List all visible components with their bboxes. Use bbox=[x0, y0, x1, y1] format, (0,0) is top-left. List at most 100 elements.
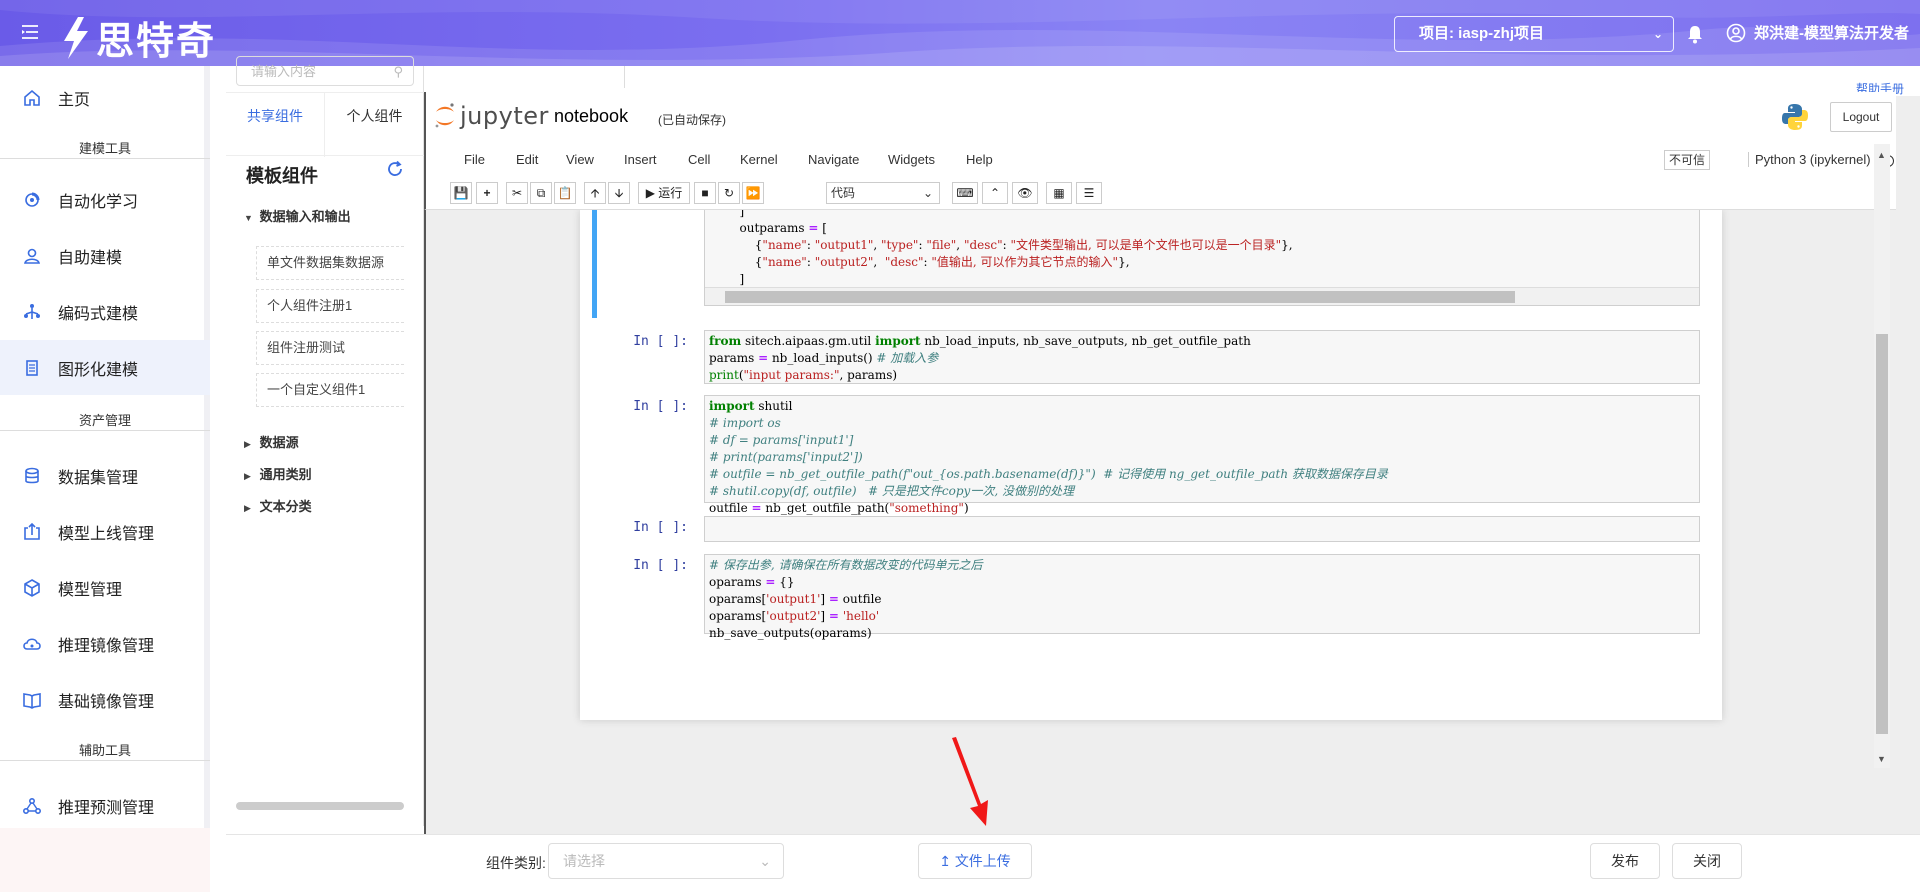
menu-help[interactable]: Help bbox=[966, 152, 993, 167]
notebook-vertical-scrollbar[interactable]: ▲ ▼ bbox=[1874, 144, 1890, 768]
bell-icon[interactable] bbox=[1686, 24, 1704, 44]
component-item[interactable]: 组件注册测试 bbox=[256, 331, 404, 365]
play-icon: ▶ bbox=[645, 186, 655, 200]
caret-down-icon: ▼ bbox=[244, 213, 253, 223]
scroll-down-icon[interactable]: ▼ bbox=[1877, 754, 1886, 764]
keyboard-icon[interactable]: ⌨ bbox=[952, 182, 978, 204]
tree-node-text[interactable]: ▶ 文本分类 bbox=[244, 496, 312, 515]
sidebar-item-automl[interactable]: 自动化学习 bbox=[0, 172, 210, 227]
category-select[interactable]: 请选择 ⌄ bbox=[548, 843, 784, 879]
user-name: 郑洪建-模型算法开发者 bbox=[1754, 25, 1909, 42]
cell-type-select[interactable]: 代码 ⌄ bbox=[826, 182, 940, 204]
cell-input[interactable] bbox=[704, 516, 1700, 542]
scrollbar-thumb[interactable] bbox=[1876, 334, 1888, 734]
sidebar-item-home[interactable]: 主页 bbox=[0, 70, 210, 125]
cell-input[interactable]: import shutil # import os # df = params[… bbox=[704, 395, 1700, 515]
sidebar-item-self-modeling[interactable]: 自助建模 bbox=[0, 228, 210, 283]
tree-node-general[interactable]: ▶ 通用类别 bbox=[244, 464, 312, 483]
bottom-action-bar: 组件类别: 请选择 ⌄ ↥ 文件上传 发布 关闭 bbox=[226, 834, 1920, 892]
cell-input[interactable]: from sitech.aipaas.gm.util import nb_loa… bbox=[704, 330, 1700, 384]
sidebar-item-predict[interactable]: 推理预测管理 bbox=[0, 778, 210, 833]
scrollbar-thumb[interactable] bbox=[725, 291, 1515, 303]
cell-prompt: In [ ]: bbox=[633, 558, 688, 573]
tab-personal-components[interactable]: 个人组件 bbox=[325, 93, 424, 157]
component-item[interactable]: 个人组件注册1 bbox=[256, 289, 404, 323]
component-item[interactable]: 一个自定义组件1 bbox=[256, 373, 404, 407]
sidebar-item-code-modeling[interactable]: 编码式建模 bbox=[0, 284, 210, 339]
file-upload-button[interactable]: ↥ 文件上传 bbox=[918, 843, 1032, 879]
arrow-down-icon[interactable]: 🡫 bbox=[608, 182, 630, 204]
jupyter-logo[interactable]: jupyter bbox=[434, 102, 549, 130]
menu-view[interactable]: View bbox=[566, 152, 594, 167]
code-cell-selected[interactable]: ] outparams = [ {"name": "output1", "typ… bbox=[592, 210, 1706, 318]
sidebar-item-model-online[interactable]: 模型上线管理 bbox=[0, 504, 210, 559]
notebook-name[interactable]: notebook bbox=[554, 106, 628, 127]
restart-icon[interactable]: ↻ bbox=[718, 182, 740, 204]
stop-icon[interactable]: ■ bbox=[694, 182, 716, 204]
sidebar-item-dataset[interactable]: 数据集管理 bbox=[0, 448, 210, 503]
menu-widgets[interactable]: Widgets bbox=[888, 152, 935, 167]
cell-prompt: In [ ]: bbox=[633, 520, 688, 535]
menu-cell[interactable]: Cell bbox=[688, 152, 710, 167]
logout-button[interactable]: Logout bbox=[1830, 102, 1892, 132]
menu-file[interactable]: File bbox=[464, 152, 485, 167]
paste-icon[interactable]: 📋 bbox=[554, 182, 576, 204]
fast-forward-icon[interactable]: ⏩ bbox=[742, 182, 764, 204]
notebook-body[interactable]: ] outparams = [ {"name": "output1", "typ… bbox=[424, 210, 1898, 834]
run-button[interactable]: ▶ 运行 bbox=[638, 182, 690, 204]
jupyter-logo-icon bbox=[435, 103, 454, 128]
search-icon[interactable]: ⚲ bbox=[393, 57, 403, 87]
copy-icon[interactable]: ⧉ bbox=[530, 182, 552, 204]
sidebar-group-aux: 辅助工具 bbox=[0, 740, 210, 761]
refresh-icon[interactable] bbox=[386, 160, 404, 178]
scroll-up-icon[interactable]: ▲ bbox=[1877, 150, 1886, 160]
menu-insert[interactable]: Insert bbox=[624, 152, 657, 167]
menu-navigate[interactable]: Navigate bbox=[808, 152, 859, 167]
tree-node-label: 数据源 bbox=[259, 435, 299, 450]
calculator-icon[interactable]: ▦ bbox=[1046, 182, 1072, 204]
menu-edit[interactable]: Edit bbox=[516, 152, 538, 167]
user-menu[interactable]: 郑洪建-模型算法开发者 bbox=[1726, 22, 1909, 43]
sidebar-item-base-image[interactable]: 基础镜像管理 bbox=[0, 672, 210, 727]
sidebar-item-model-mgmt[interactable]: 模型管理 bbox=[0, 560, 210, 615]
add-cell-icon[interactable]: + bbox=[476, 182, 498, 204]
menu-toggle-icon[interactable] bbox=[20, 22, 42, 44]
component-item[interactable]: 单文件数据集数据源 bbox=[256, 246, 404, 280]
project-select[interactable]: 项目: iasp-zhj项目 ⌄ bbox=[1394, 16, 1674, 52]
cell-input[interactable]: ] outparams = [ {"name": "output1", "typ… bbox=[704, 210, 1700, 306]
list-icon[interactable]: ☰ bbox=[1076, 182, 1102, 204]
eye-icon[interactable]: 👁 bbox=[1012, 182, 1038, 204]
category-label: 组件类别: bbox=[486, 855, 546, 871]
tree-node-label: 文本分类 bbox=[259, 499, 312, 514]
tab-shared-components[interactable]: 共享组件 bbox=[226, 93, 325, 157]
arrow-up-icon[interactable]: 🡩 bbox=[584, 182, 606, 204]
component-search-input[interactable]: 请输入内容 ⚲ bbox=[236, 56, 414, 86]
python-logo-icon bbox=[1782, 104, 1808, 130]
code-branch-icon bbox=[24, 303, 40, 319]
code-cell[interactable]: In [ ]: # 保存出参, 请确保在所有数据改变的代码单元之后 oparam… bbox=[594, 554, 1706, 640]
menu-kernel[interactable]: Kernel bbox=[740, 152, 778, 167]
sidebar-item-infer-image[interactable]: 推理镜像管理 bbox=[0, 616, 210, 671]
chevron-up-icon[interactable]: ⌃ bbox=[982, 182, 1008, 204]
cell-input[interactable]: # 保存出参, 请确保在所有数据改变的代码单元之后 oparams = {} o… bbox=[704, 554, 1700, 640]
publish-button[interactable]: 发布 bbox=[1590, 843, 1660, 879]
sidebar-item-graphic-modeling[interactable]: 图形化建模 bbox=[0, 340, 210, 395]
save-icon[interactable]: 💾 bbox=[450, 182, 472, 204]
sidebar-item-label: 推理预测管理 bbox=[58, 799, 155, 817]
cube-icon bbox=[24, 578, 40, 597]
component-panel: 请输入内容 ⚲ 共享组件 个人组件 模板组件 ▼ 数据输入和输出 单文件数据集数… bbox=[226, 56, 424, 826]
autosave-status: (已自动保存) bbox=[658, 113, 726, 127]
tree-node-io[interactable]: ▼ 数据输入和输出 bbox=[244, 206, 351, 225]
tree-node-label: 通用类别 bbox=[259, 467, 312, 482]
code-cell[interactable]: In [ ]: from sitech.aipaas.gm.util impor… bbox=[594, 330, 1706, 384]
close-button[interactable]: 关闭 bbox=[1672, 843, 1742, 879]
trust-button[interactable]: 不可信 bbox=[1664, 150, 1710, 170]
code-cell[interactable]: In [ ]: import shutil # import os # df =… bbox=[594, 395, 1706, 515]
sidebar-group-modeling: 建模工具 bbox=[0, 138, 210, 159]
code-cell-empty[interactable]: In [ ]: bbox=[594, 516, 1706, 542]
panel-horizontal-scrollbar[interactable] bbox=[236, 802, 404, 810]
cell-horizontal-scrollbar[interactable] bbox=[705, 287, 1699, 305]
cut-icon[interactable]: ✂ bbox=[506, 182, 528, 204]
tree-node-datasource[interactable]: ▶ 数据源 bbox=[244, 432, 299, 451]
sidebar-item-label: 推理镜像管理 bbox=[58, 637, 155, 655]
